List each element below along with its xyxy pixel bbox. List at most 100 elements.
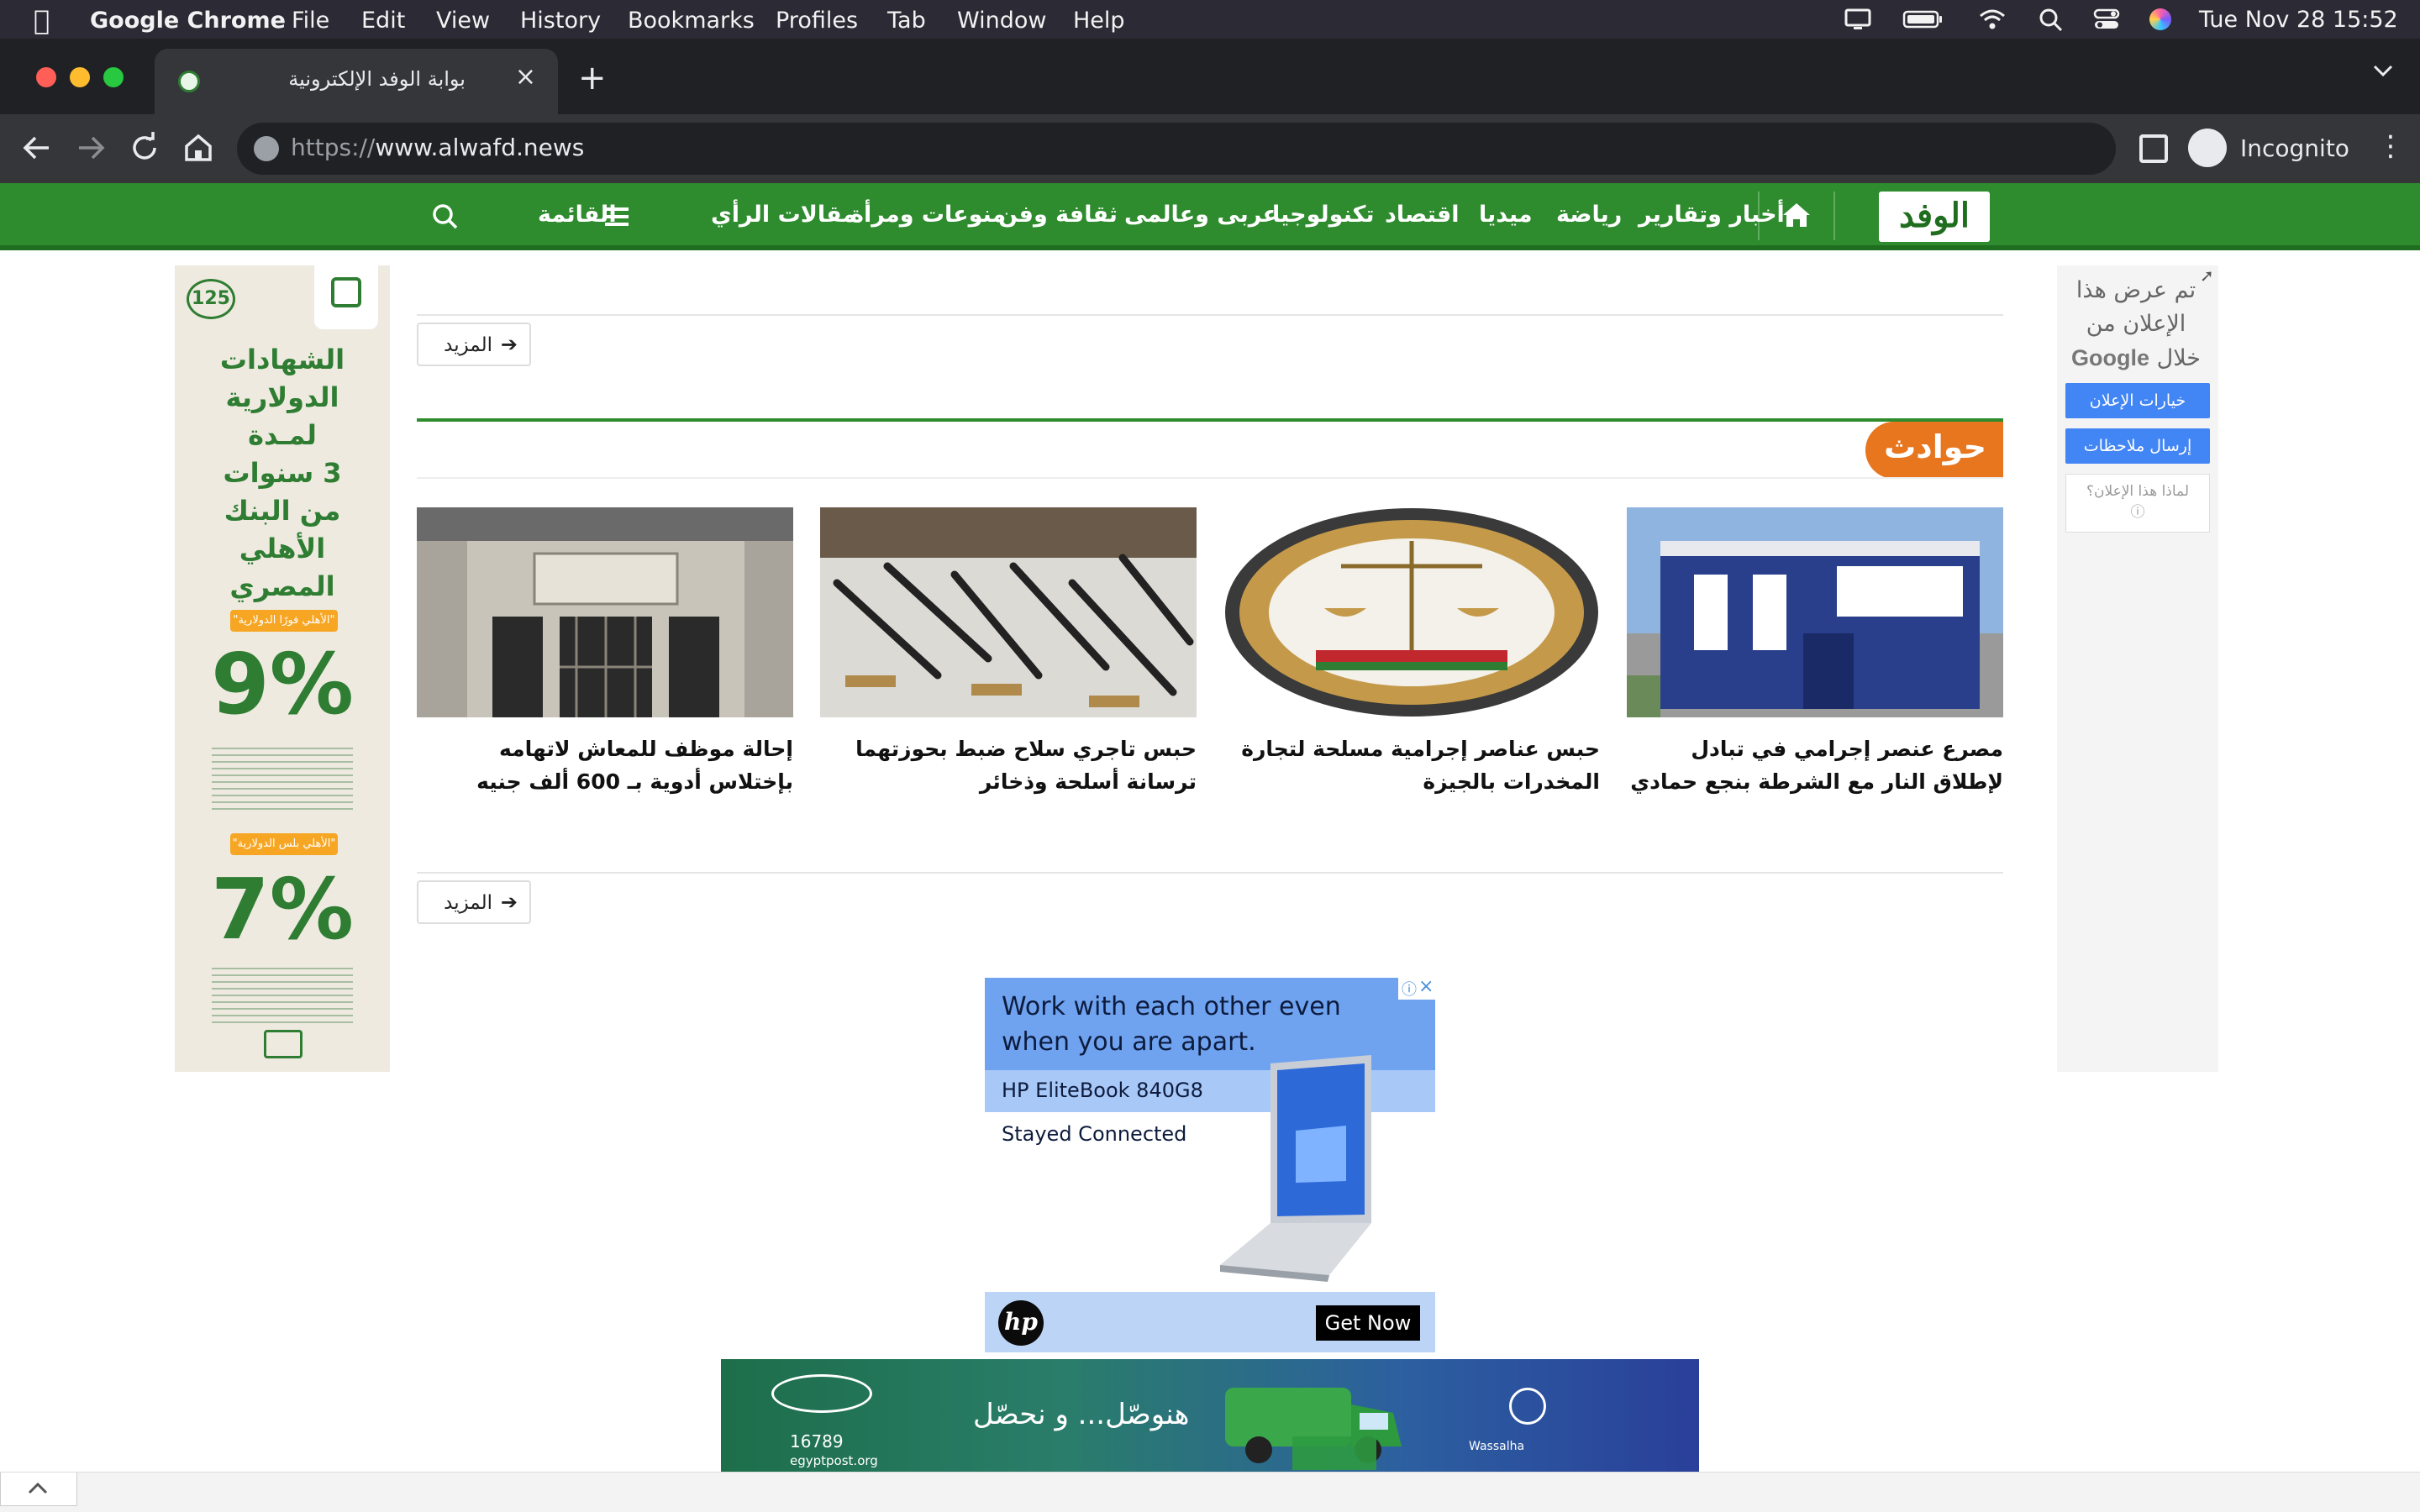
wassalha-logo-icon: [1509, 1388, 1546, 1425]
control-center-icon[interactable]: [2092, 7, 2121, 32]
bank-logo-icon: [331, 277, 361, 307]
wifi-icon[interactable]: [1978, 7, 2007, 32]
article-title[interactable]: إحالة موظف للمعاش لاتهامه بإختلاس أدوية …: [417, 732, 793, 798]
section-divider: [417, 418, 2003, 422]
battery-icon[interactable]: [1902, 7, 1944, 32]
menu-history[interactable]: History: [520, 8, 601, 34]
article-image-seized-weapons[interactable]: [820, 507, 1197, 717]
ad-line: الدولارية: [225, 381, 339, 413]
menu-bookmarks[interactable]: Bookmarks: [628, 8, 755, 34]
nav-variety-women[interactable]: منوعات ومرأة: [850, 202, 1006, 228]
right-ad-panel: ➚ تم عرض هذا الإعلان من خلال Google خيار…: [2057, 265, 2218, 1072]
arrow-left-icon: ➔: [500, 890, 518, 914]
laptop-image: [1220, 1055, 1371, 1282]
site-info-icon[interactable]: [254, 136, 279, 161]
zoom-window-button[interactable]: [103, 67, 124, 87]
menu-edit[interactable]: Edit: [361, 8, 405, 34]
ad-line: الشهادات: [219, 344, 345, 375]
get-now-button[interactable]: Get Now: [1316, 1305, 1420, 1341]
reload-icon[interactable]: [126, 129, 163, 166]
tab-search-chevron-icon[interactable]: [2371, 62, 2395, 79]
article-title[interactable]: حبس تاجري سلاح ضبط بحوزتهما ترسانة أسلحة…: [820, 732, 1197, 798]
chrome-menu-icon[interactable]: ⋮: [2376, 129, 2405, 163]
macos-menubar:  Google Chrome File Edit View History B…: [0, 0, 2420, 39]
hamburger-menu-icon[interactable]: [603, 205, 630, 228]
tab-alwafd[interactable]: بوابة الوفد الإلكترونية ×: [155, 49, 558, 114]
anniversary-badge: 125: [187, 279, 235, 319]
more-label: المزيد: [444, 334, 492, 356]
nav-media[interactable]: ميديا: [1479, 202, 1533, 228]
forward-arrow-icon[interactable]: [72, 129, 109, 166]
nav-technology[interactable]: تكنولوجيا: [1272, 202, 1374, 228]
siri-icon[interactable]: [2149, 8, 2171, 30]
side-panel-icon[interactable]: [2139, 134, 2168, 163]
tab-title: بوابة الوفد الإلكترونية: [288, 67, 466, 91]
fine-print: [212, 748, 353, 815]
egypt-post-logo-icon: [771, 1374, 872, 1413]
site-favicon-icon: [178, 71, 200, 92]
site-nav-bar: الوفد أخبار وتقارير رياضة ميديا اقتصاد ت…: [0, 183, 2420, 250]
hp-display-ad[interactable]: Work with each other even when you are a…: [985, 976, 1435, 1352]
bank-logo: [314, 265, 378, 329]
home-nav-icon[interactable]: [1780, 198, 1813, 232]
nav-arab-world[interactable]: عربى وعالمى: [1124, 202, 1278, 228]
adchoices-close-icon[interactable]: ⓘ ×: [1398, 976, 1435, 1000]
why-this-ad-button[interactable]: لماذا هذا الإعلان؟ ⓘ: [2065, 474, 2210, 533]
rate-value: 7%: [211, 860, 354, 958]
clock[interactable]: Tue Nov 28 15:52: [2199, 7, 2398, 33]
site-search-icon[interactable]: [430, 202, 460, 232]
minimize-window-button[interactable]: [70, 67, 90, 87]
menu-file[interactable]: File: [292, 8, 329, 34]
menu-window[interactable]: Window: [957, 8, 1046, 34]
left-bank-ad[interactable]: 125 الشهادات الدولارية لمـدة 3 سنوات من …: [175, 265, 390, 1072]
rate-value: 9%: [211, 635, 354, 733]
close-tab-icon[interactable]: ×: [515, 62, 536, 92]
hp-ad-subline: Stayed Connected: [1002, 1122, 1187, 1146]
send-feedback-button[interactable]: إرسال ملاحظات: [2065, 428, 2210, 464]
nav-opinion[interactable]: مقالات الرأي: [711, 202, 856, 228]
section-title-tab[interactable]: حوادث: [1865, 422, 2003, 479]
article-image-police-station[interactable]: [1627, 507, 2003, 717]
rate-badge: "الأهلي بلس الدولارية": [230, 833, 338, 855]
article-image-prosecution-emblem[interactable]: [1223, 507, 1600, 717]
hp-ad-model: HP EliteBook 840G8: [1002, 1079, 1203, 1102]
egypt-post-ad[interactable]: 16789 egyptpost.org هنوصّل... و نحصّل Wa…: [721, 1359, 1699, 1480]
apple-menu-icon[interactable]: : [34, 4, 50, 36]
address-bar[interactable]: https://www.alwafd.news: [237, 123, 2116, 175]
menu-profiles[interactable]: Profiles: [776, 8, 858, 34]
new-tab-icon[interactable]: +: [578, 59, 607, 97]
menu-view[interactable]: View: [436, 8, 490, 34]
spotlight-search-icon[interactable]: [2037, 7, 2065, 32]
nav-culture-art[interactable]: ثقافة وفن: [998, 202, 1118, 228]
close-window-button[interactable]: [36, 67, 56, 87]
url-text[interactable]: https://www.alwafd.news: [291, 134, 584, 161]
menu-tab[interactable]: Tab: [887, 8, 926, 34]
menu-help[interactable]: Help: [1073, 8, 1125, 34]
info-icon: ⓘ: [2130, 504, 2145, 521]
bottom-drawer-bar: [0, 1472, 2420, 1512]
ad-options-button[interactable]: خيارات الإعلان: [2065, 383, 2210, 418]
ad-headline: الشهادات الدولارية لمـدة 3 سنوات من البن…: [175, 341, 390, 606]
back-arrow-icon[interactable]: [18, 129, 55, 166]
ad-line: الأهلي: [239, 533, 326, 564]
more-button-bottom[interactable]: المزيد ➔: [417, 880, 531, 924]
nav-sports[interactable]: رياضة: [1556, 202, 1622, 228]
more-button-top[interactable]: المزيد ➔: [417, 323, 531, 366]
article-title[interactable]: مصرع عنصر إجرامي في تبادل لإطلاق النار م…: [1627, 732, 2003, 798]
nav-divider: [1833, 192, 1835, 240]
hp-ad-footer: hp Get Now: [985, 1292, 1435, 1352]
article-title[interactable]: حبس عناصر إجرامية مسلحة لتجارة المخدرات …: [1223, 732, 1600, 798]
app-name-menu[interactable]: Google Chrome: [90, 8, 286, 34]
alwafd-logo[interactable]: الوفد: [1879, 192, 1990, 242]
nav-economy[interactable]: اقتصاد: [1385, 202, 1460, 228]
ad-line: 3 سنوات: [223, 457, 342, 489]
article-image-state-council-building[interactable]: [417, 507, 793, 717]
drawer-toggle[interactable]: [0, 1473, 77, 1506]
incognito-icon: [2188, 129, 2227, 167]
ad-line: من البنك: [224, 495, 341, 527]
home-icon[interactable]: [180, 129, 217, 166]
nav-news-reports[interactable]: أخبار وتقارير: [1639, 202, 1785, 228]
rate-badge: "الأهلي فورًا الدولارية": [230, 610, 338, 632]
why-this-ad-label: لماذا هذا الإعلان؟: [2086, 483, 2190, 500]
display-icon[interactable]: [1844, 7, 1872, 32]
